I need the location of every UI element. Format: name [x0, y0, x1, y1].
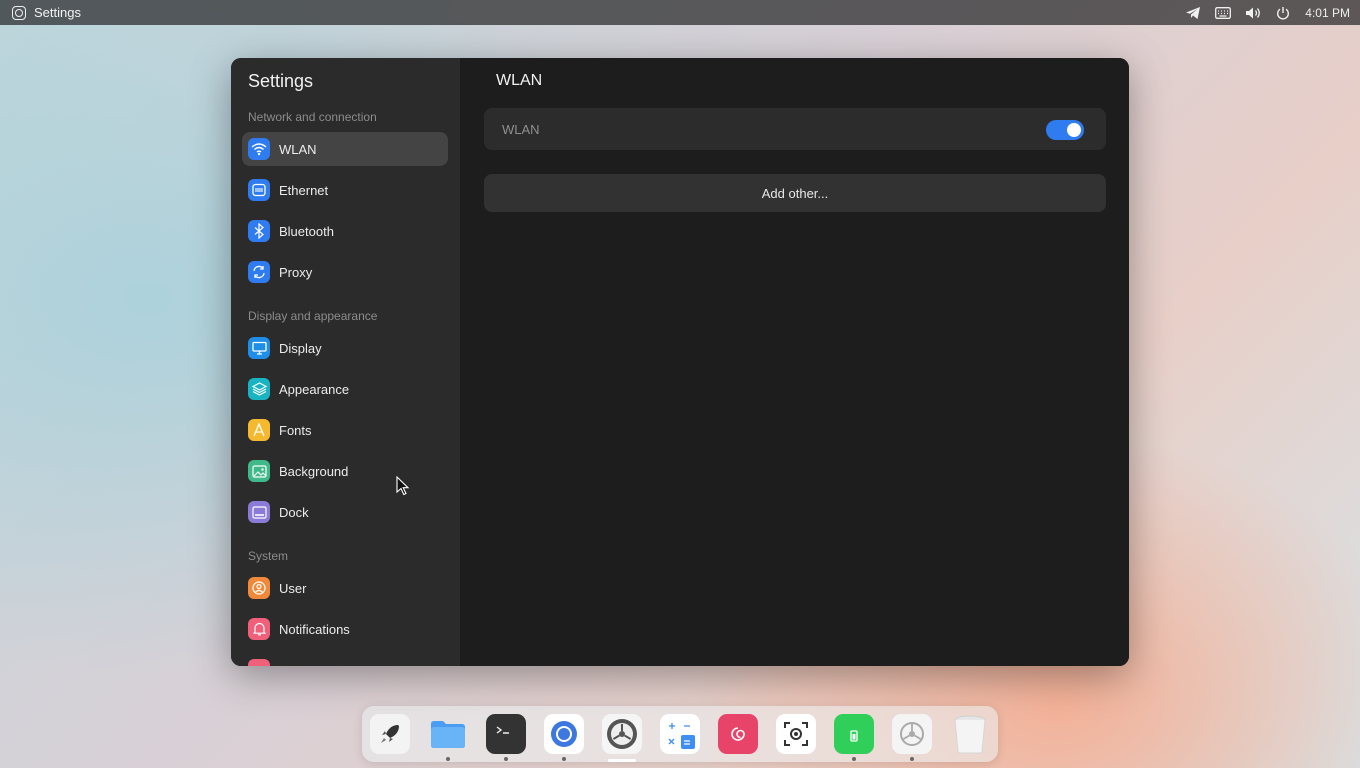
- sidebar: Settings Network and connection WLAN Eth…: [231, 58, 460, 666]
- sidebar-item-label: Appearance: [279, 381, 350, 397]
- calculator-icon: [665, 719, 695, 749]
- running-indicator: [562, 757, 566, 761]
- dock-item-screenshot[interactable]: [776, 714, 816, 754]
- sidebar-item-display[interactable]: Display: [242, 331, 448, 365]
- active-app-indicator[interactable]: Settings: [12, 5, 81, 20]
- dock-item-browser[interactable]: [544, 714, 584, 761]
- battery-icon: [850, 730, 858, 742]
- settings-window: Settings Network and connection WLAN Eth…: [231, 58, 1129, 666]
- section-network: Network and connection: [248, 110, 377, 124]
- dock-item-trash[interactable]: [950, 714, 990, 754]
- sidebar-item-label: Background: [279, 463, 349, 479]
- dock-item-files[interactable]: [428, 714, 468, 761]
- add-other-button[interactable]: Add other...: [484, 174, 1106, 212]
- running-indicator: [504, 757, 508, 761]
- sidebar-item-bluetooth[interactable]: Bluetooth: [242, 214, 448, 248]
- bluetooth-icon: [248, 220, 270, 242]
- sidebar-item-label: User: [279, 580, 307, 596]
- sidebar-item-label: Notifications: [279, 621, 350, 637]
- sidebar-item-user[interactable]: User: [242, 571, 448, 605]
- volume-icon[interactable]: [1245, 5, 1261, 21]
- sidebar-item-appearance[interactable]: Appearance: [242, 372, 448, 406]
- dock-item-swirl-app[interactable]: [718, 714, 758, 754]
- top-panel: Settings 4:01 PM: [0, 0, 1360, 25]
- clock[interactable]: 4:01 PM: [1305, 6, 1350, 20]
- content-area: WLAN WLAN Add other...: [460, 58, 1129, 666]
- sidebar-item-proxy[interactable]: Proxy: [242, 255, 448, 289]
- power-icon[interactable]: [1275, 5, 1291, 21]
- partial-icon: [248, 659, 270, 666]
- wlan-toggle-switch[interactable]: [1046, 120, 1084, 140]
- ethernet-icon: [248, 179, 270, 201]
- dock-icon: [248, 501, 270, 523]
- layers-icon: [248, 378, 270, 400]
- browser-icon: [551, 721, 577, 747]
- dock-item-launcher[interactable]: [370, 714, 410, 754]
- dock-item-calculator[interactable]: [660, 714, 700, 754]
- user-icon: [248, 577, 270, 599]
- page-title: WLAN: [496, 72, 543, 89]
- dock-item-battery-app[interactable]: [834, 714, 874, 761]
- swirl-icon: [731, 727, 745, 741]
- system-tray: 4:01 PM: [1185, 0, 1350, 25]
- running-indicator: [446, 757, 450, 761]
- active-app-name: Settings: [34, 5, 81, 20]
- sidebar-item-ethernet[interactable]: Ethernet: [242, 173, 448, 207]
- sidebar-item-label: Display: [279, 340, 322, 356]
- sidebar-item-label: Bluetooth: [279, 223, 334, 239]
- settings-icon: [607, 719, 637, 749]
- wlan-toggle-row: WLAN: [484, 108, 1106, 150]
- sidebar-item-fonts[interactable]: Fonts: [242, 413, 448, 447]
- screenshot-icon: [784, 722, 808, 746]
- terminal-icon: [496, 726, 509, 734]
- sidebar-item-dock[interactable]: Dock: [242, 495, 448, 529]
- dock: [362, 706, 998, 762]
- settings-app-icon: [12, 5, 26, 20]
- sidebar-item-label: WLAN: [279, 141, 317, 157]
- running-indicator: [910, 757, 914, 761]
- wifi-icon: [248, 138, 270, 160]
- trash-icon: [954, 715, 986, 754]
- keyboard-icon[interactable]: [1215, 5, 1232, 21]
- folder-icon: [431, 721, 465, 748]
- telegram-icon[interactable]: [1185, 5, 1201, 21]
- rocket-icon: [381, 725, 399, 743]
- image-icon: [248, 460, 270, 482]
- dock-item-terminal[interactable]: [486, 714, 526, 761]
- sidebar-item-label: Dock: [279, 504, 309, 520]
- sidebar-item-label: Fonts: [279, 422, 312, 438]
- running-indicator: [852, 757, 856, 761]
- wlan-toggle-label: WLAN: [502, 122, 540, 137]
- section-system: System: [248, 549, 289, 563]
- sidebar-item-notifications[interactable]: Notifications: [242, 612, 448, 646]
- toggle-knob: [1067, 123, 1081, 137]
- sidebar-item-label: Proxy: [279, 264, 313, 280]
- dock-item-system-settings[interactable]: [892, 714, 932, 761]
- bell-icon: [248, 618, 270, 640]
- sidebar-item-label: Ethernet: [279, 182, 329, 198]
- active-indicator: [608, 759, 636, 762]
- mouse-cursor-icon: [396, 476, 410, 496]
- section-display: Display and appearance: [248, 309, 378, 323]
- sidebar-item-partial[interactable]: [242, 653, 448, 666]
- sidebar-item-wlan[interactable]: WLAN: [242, 132, 448, 166]
- gear-icon: [900, 722, 924, 746]
- monitor-icon: [248, 337, 270, 359]
- font-icon: [248, 419, 270, 441]
- sidebar-item-background[interactable]: Background: [242, 454, 448, 488]
- dock-item-settings[interactable]: [602, 714, 642, 762]
- proxy-icon: [248, 261, 270, 283]
- sidebar-title: Settings: [248, 71, 314, 91]
